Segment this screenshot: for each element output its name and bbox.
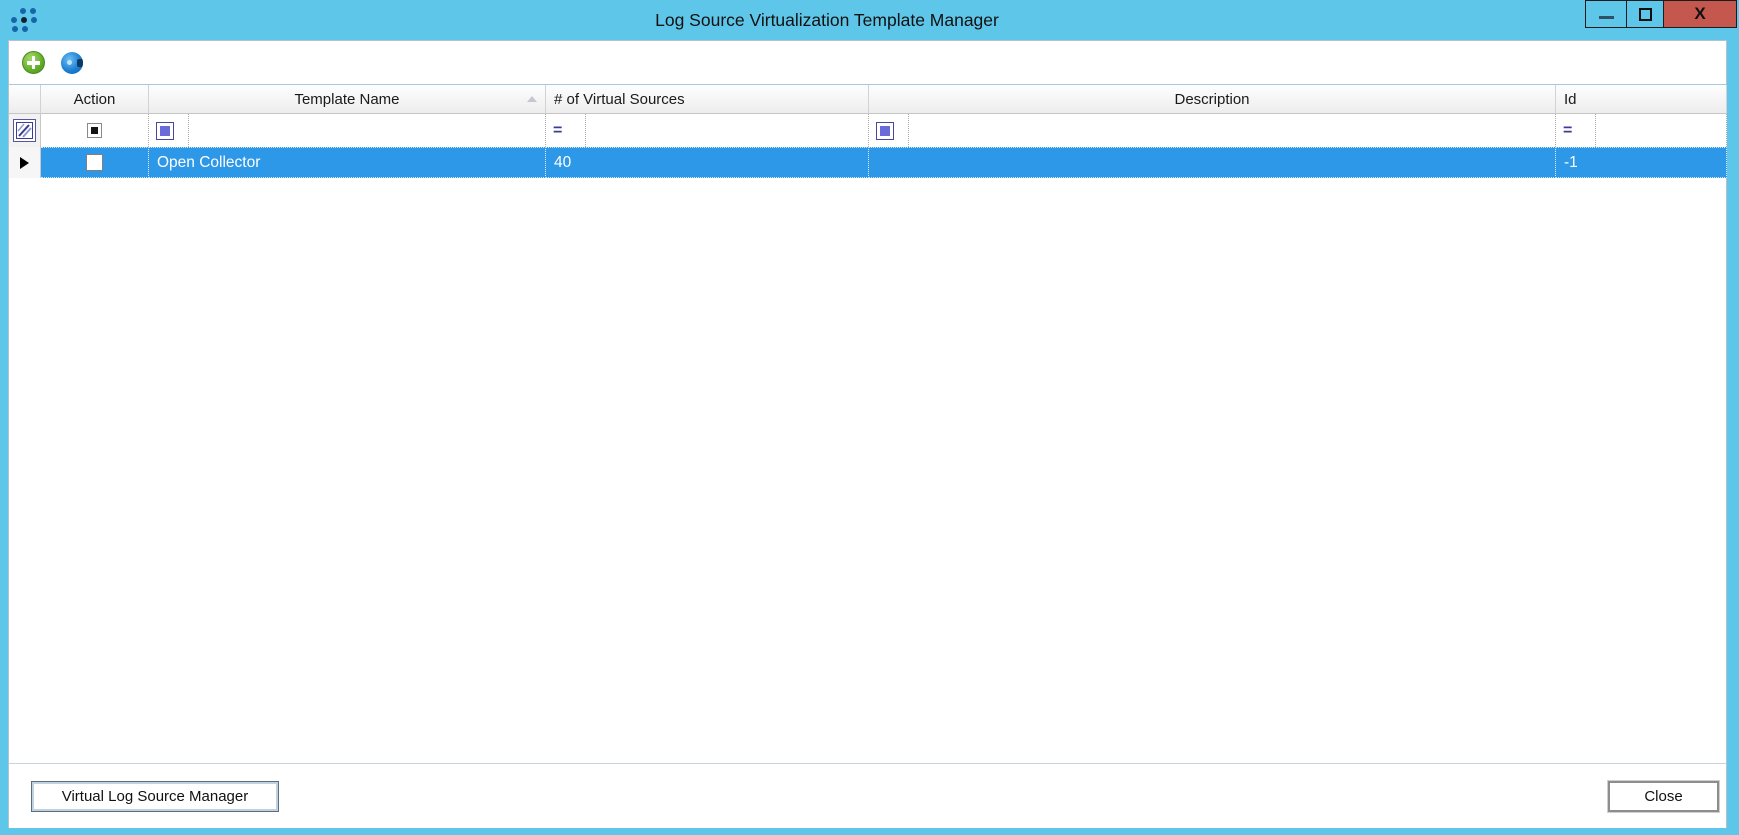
maximize-button[interactable] xyxy=(1626,0,1664,28)
window: Log Source Virtualization Template Manag… xyxy=(0,0,1739,835)
minimize-button[interactable] xyxy=(1585,0,1626,28)
refresh-button[interactable] xyxy=(59,50,85,76)
column-header-label: Description xyxy=(1174,90,1250,108)
column-header-action[interactable]: Action xyxy=(41,85,149,114)
column-header-description[interactable]: Description xyxy=(869,85,1556,114)
action-filter-checkbox[interactable] xyxy=(87,123,102,138)
id-filter-cell[interactable]: = xyxy=(1556,114,1727,147)
sort-ascending-icon xyxy=(527,96,537,102)
description-cell[interactable] xyxy=(869,147,1556,178)
column-header-label: Template Name xyxy=(294,90,400,108)
template-grid: Action Template Name # of Virtual Source… xyxy=(9,84,1727,178)
refresh-icon xyxy=(61,51,83,74)
virtual-sources-filter-operator[interactable]: = xyxy=(553,122,562,139)
filter-icon xyxy=(13,119,36,142)
template-name-filter-cell[interactable] xyxy=(149,114,546,147)
action-cell[interactable] xyxy=(41,147,149,178)
virtual-log-source-manager-button[interactable]: Virtual Log Source Manager xyxy=(31,781,279,812)
action-filter-cell[interactable] xyxy=(41,114,149,147)
current-row-indicator-icon xyxy=(20,156,29,169)
grid-header-row: Action Template Name # of Virtual Source… xyxy=(9,85,1727,114)
selector-column-header xyxy=(9,85,41,114)
action-checkbox[interactable] xyxy=(86,154,103,171)
virtual-sources-cell[interactable]: 40 xyxy=(546,147,869,178)
add-template-button[interactable] xyxy=(20,50,46,76)
template-name-filter-checkbox[interactable] xyxy=(156,121,174,140)
window-title: Log Source Virtualization Template Manag… xyxy=(655,10,999,30)
close-button[interactable]: X xyxy=(1664,0,1737,28)
titlebar: Log Source Virtualization Template Manag… xyxy=(0,0,1739,40)
column-header-label: Action xyxy=(73,90,116,108)
close-icon: X xyxy=(1694,4,1706,23)
column-header-label: Id xyxy=(1564,90,1577,108)
virtual-sources-filter-cell[interactable]: = xyxy=(546,114,869,147)
column-header-template-name[interactable]: Template Name xyxy=(149,85,546,114)
minimize-icon xyxy=(1598,15,1614,19)
filter-row-selector[interactable] xyxy=(9,114,41,147)
row-selector[interactable] xyxy=(9,147,41,178)
toolbar xyxy=(9,41,1726,84)
footer: Virtual Log Source Manager Close xyxy=(9,764,1726,828)
template-name-cell[interactable]: Open Collector xyxy=(149,147,546,178)
description-filter-cell[interactable] xyxy=(869,114,1556,147)
id-filter-operator[interactable]: = xyxy=(1563,122,1572,139)
column-header-label: # of Virtual Sources xyxy=(554,90,685,108)
close-footer-button[interactable]: Close xyxy=(1608,781,1719,812)
add-icon xyxy=(21,51,45,74)
id-cell[interactable]: -1 xyxy=(1556,147,1727,178)
description-filter-checkbox[interactable] xyxy=(876,121,894,140)
client-area: Action Template Name # of Virtual Source… xyxy=(8,40,1727,828)
filter-row: = = xyxy=(9,114,1727,147)
column-header-id[interactable]: Id xyxy=(1556,85,1727,114)
table-row[interactable]: Open Collector 40 -1 xyxy=(9,147,1727,178)
maximize-icon xyxy=(1638,7,1652,21)
column-header-virtual-sources[interactable]: # of Virtual Sources xyxy=(546,85,869,114)
window-controls: X xyxy=(1585,0,1737,28)
